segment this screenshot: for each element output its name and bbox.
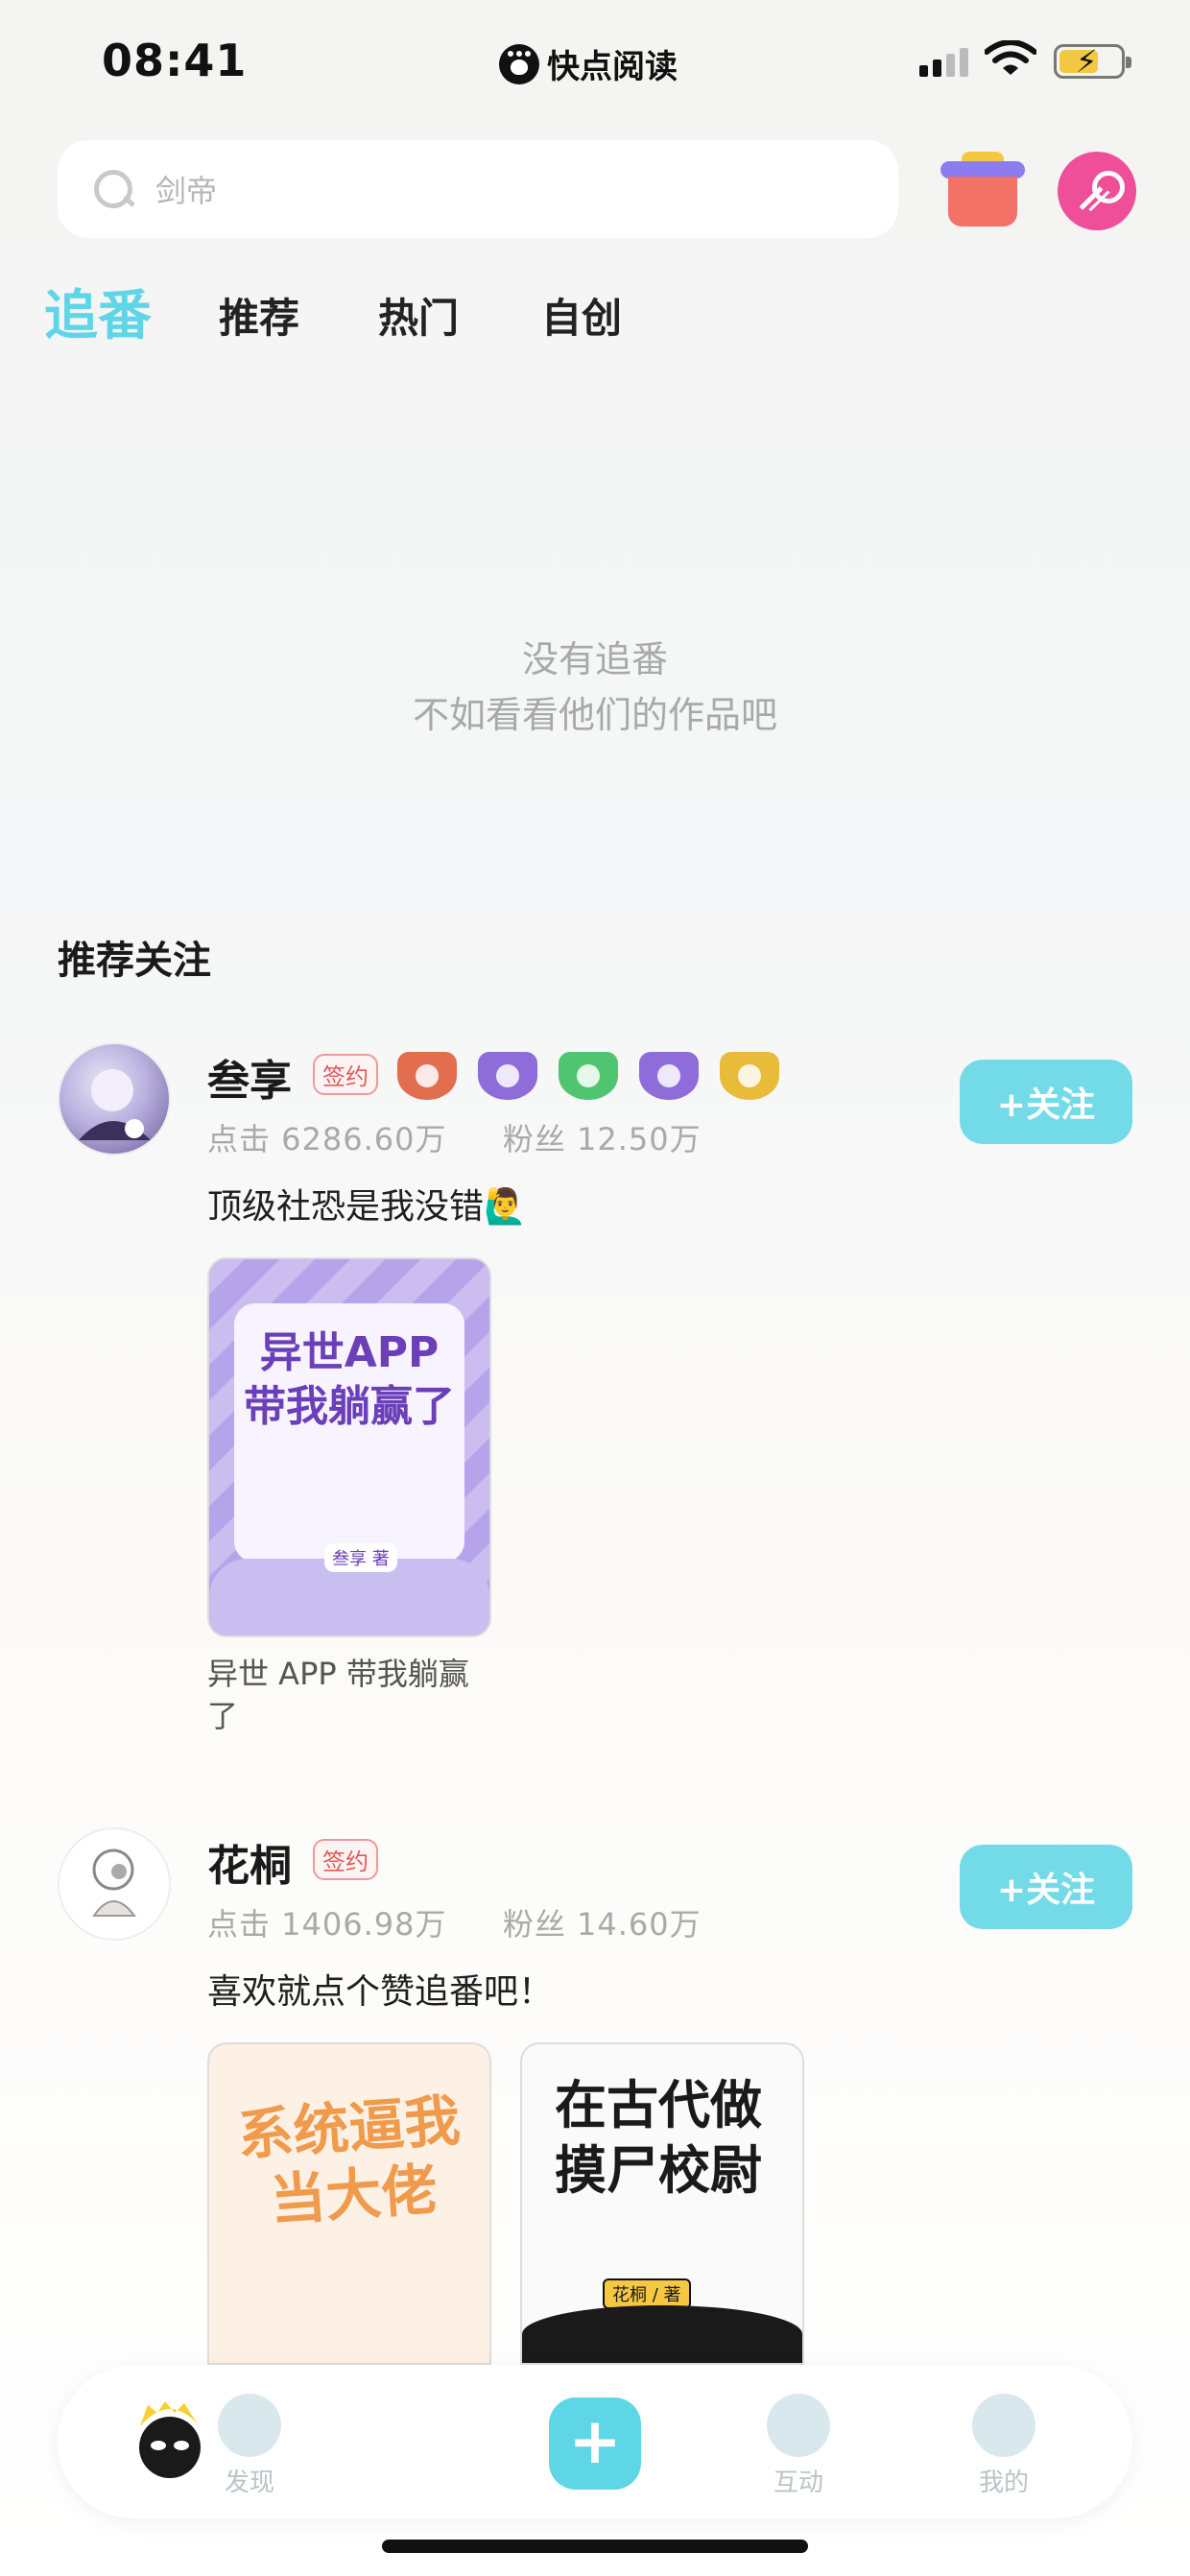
empty-state: 没有追番 不如看看他们的作品吧 [0,632,1190,743]
user-name[interactable]: 叁享 [207,1046,292,1108]
user-stats: 点击 1406.98万 粉丝 14.60万 [207,1900,702,1944]
book-cover[interactable]: 异世APP带我躺赢了 叁享 著 [207,1257,491,1637]
medal-icon [559,1052,618,1100]
book-cover-title: 系统逼我当大佬 [235,2087,463,2233]
gift-icon[interactable] [940,152,1025,228]
fan-count: 粉丝 14.60万 [502,1906,702,1943]
user-bio: 喜欢就点个赞追番吧！ [207,1972,554,2012]
book-cover[interactable]: 系统逼我当大佬 [207,2042,491,2365]
section-title: 推荐关注 [58,939,211,983]
signed-badge: 签约 [313,1054,378,1095]
nav-discover[interactable]: 发现 [192,2365,307,2518]
signal-icon [919,48,968,77]
user-bio: 顶级社恐是我没错🙋‍♂️ [207,1187,527,1227]
book-author-tag: 叁享 著 [324,1543,397,1572]
follow-button[interactable]: +关注 [960,1060,1132,1144]
interact-icon [767,2394,830,2457]
book-title[interactable]: 异世 APP 带我躺赢了 [207,1653,495,1737]
empty-state-line1: 没有追番 [521,638,668,680]
status-time: 08:41 [102,35,248,86]
medal-row [397,1052,779,1100]
tab-zhuifan[interactable]: 追番 [44,273,152,350]
search-bar[interactable]: 剑帝 [58,140,898,238]
search-icon [92,168,134,210]
user-stats: 点击 6286.60万 粉丝 12.50万 [207,1115,702,1159]
book-cover-title: 在古代做摸尸校尉 [555,2075,762,2201]
medal-icon [639,1052,699,1100]
nav-mine-label: 我的 [978,2469,1029,2497]
nav-interact-label: 互动 [773,2469,823,2497]
book-cover-title: 异世APP带我躺赢了 [244,1328,455,1431]
wifi-icon [985,40,1036,75]
tab-hot[interactable]: 热门 [378,286,459,345]
gender-badge-icon[interactable] [1058,152,1136,230]
status-app-name: 快点阅读 [499,40,678,87]
nav-discover-label: 发现 [224,2469,274,2497]
medal-icon [478,1052,537,1100]
empty-state-line2: 不如看看他们的作品吧 [412,694,777,736]
medal-icon [720,1052,779,1100]
mine-icon [972,2394,1035,2457]
discover-icon [218,2394,281,2457]
tab-original[interactable]: 自创 [541,286,622,345]
fan-count: 粉丝 12.50万 [502,1121,702,1157]
create-plus-button[interactable]: + [549,2397,641,2490]
user-name[interactable]: 花桐 [207,1831,292,1893]
nav-mine[interactable]: 我的 [946,2365,1061,2518]
nav-interact[interactable]: 互动 [741,2365,856,2518]
bottom-nav: 发现 + 互动 我的 [58,2365,1132,2518]
search-placeholder: 剑帝 [155,173,218,209]
medal-icon [397,1052,457,1100]
click-count: 点击 6286.60万 [207,1121,447,1157]
tab-recommend[interactable]: 推荐 [219,286,299,345]
home-indicator [382,2540,808,2553]
avatar[interactable] [58,1827,171,1941]
paw-icon [499,43,539,84]
follow-button[interactable]: +关注 [960,1845,1132,1929]
book-cover[interactable]: 在古代做摸尸校尉 花桐 / 著 [520,2042,804,2365]
click-count: 点击 1406.98万 [207,1906,447,1943]
signed-badge: 签约 [313,1839,378,1880]
battery-icon: ⚡ [1054,44,1131,79]
app-name-label: 快点阅读 [547,48,678,86]
avatar[interactable] [58,1042,171,1156]
